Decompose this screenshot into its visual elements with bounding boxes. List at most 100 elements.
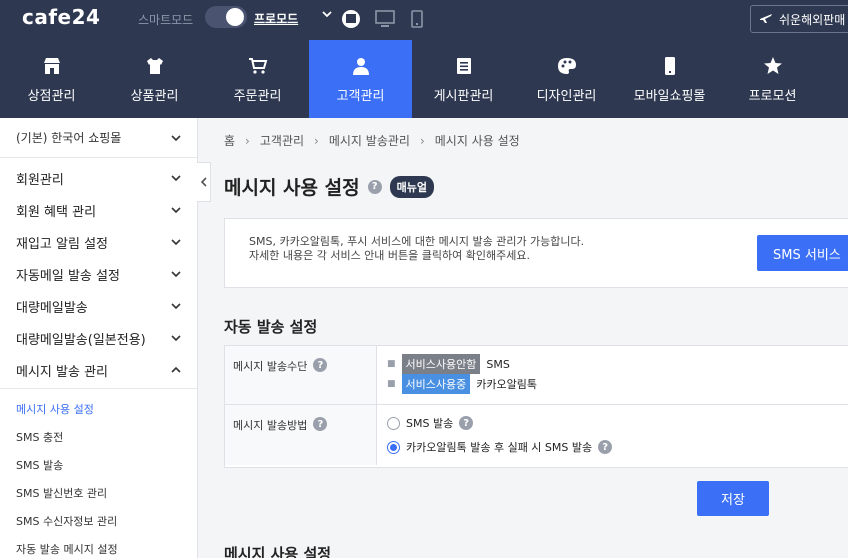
method-sms: ■ 서비스사용안함 SMS	[387, 354, 848, 374]
radio-sms[interactable]: SMS 발송 ?	[387, 411, 848, 435]
sidebar-item-restock[interactable]: 재입고 알림 설정	[0, 226, 197, 258]
sidebar-item-label: 대량메일발송	[16, 300, 88, 316]
help-icon[interactable]: ?	[313, 358, 328, 372]
way-label: 메시지 발송방법	[233, 419, 308, 432]
sidebar-subitem-sms-recipient[interactable]: SMS 수신자정보 관리	[0, 507, 197, 535]
sidebar-item-label: 메시지 발송 관리	[16, 364, 108, 380]
chevron-down-icon[interactable]	[322, 8, 332, 22]
sidebar-item-label: 자동메일 발송 설정	[16, 268, 120, 284]
sidebar-item-label: 회원 혜택 관리	[16, 204, 97, 220]
shop-selector-label: (기본) 한국어 쇼핑몰	[16, 131, 122, 145]
auto-send-section-title: 자동 발송 설정	[224, 318, 318, 336]
radio-button-checked[interactable]	[387, 440, 400, 454]
global-sales-label: 쉬운해외판매	[779, 12, 846, 27]
nav-order[interactable]: 주문관리	[206, 40, 309, 118]
help-icon[interactable]: ?	[313, 417, 328, 431]
mobile-icon	[659, 55, 681, 77]
way-label-cell: 메시지 발송방법 ?	[225, 405, 377, 465]
store-icon	[41, 55, 63, 77]
chevron-down-icon	[171, 175, 181, 182]
desktop-icon[interactable]	[374, 8, 396, 30]
breadcrumb: 홈 › 고객관리 › 메시지 발송관리 › 메시지 사용 설정	[224, 132, 520, 149]
sidebar: (기본) 한국어 쇼핑몰 회원관리 회원 혜택 관리 재입고 알림 설정 자동메…	[0, 118, 198, 558]
nav-design[interactable]: 디자인관리	[515, 40, 618, 118]
breadcrumb-home[interactable]: 홈	[224, 132, 235, 149]
nav-customer[interactable]: 고객관리	[309, 40, 412, 118]
sidebar-subitem-auto-message[interactable]: 자동 발송 메시지 설정	[0, 535, 197, 558]
page-title: 메시지 사용 설정	[224, 177, 360, 199]
info-box: SMS, 카카오알림톡, 푸시 서비스에 대한 메시지 발송 관리가 가능합니다…	[224, 218, 848, 288]
chevron-up-icon	[171, 366, 181, 373]
bullet-icon: ■	[387, 359, 396, 369]
manual-badge[interactable]: 매뉴얼	[389, 175, 434, 198]
breadcrumb-current: 메시지 사용 설정	[434, 134, 520, 148]
breadcrumb-customer[interactable]: 고객관리	[260, 132, 304, 149]
cafe24-logo[interactable]: cafe24	[22, 5, 100, 29]
breadcrumb-message[interactable]: 메시지 발송관리	[329, 132, 410, 149]
shirt-icon	[144, 55, 166, 77]
auto-send-table: 메시지 발송수단 ? ■ 서비스사용안함 SMS ■ 서비스사용중 카카오알림톡…	[224, 345, 848, 468]
palette-icon	[556, 55, 578, 77]
star-icon	[762, 55, 784, 77]
shop-selector[interactable]: (기본) 한국어 쇼핑몰	[0, 118, 197, 158]
nav-label: 프로모션	[748, 88, 797, 104]
status-badge: 서비스사용중	[401, 374, 471, 394]
sidebar-item-bulk-mail-japan[interactable]: 대량메일발송(일본전용)	[0, 322, 197, 354]
sidebar-item-label: 대량메일발송(일본전용)	[16, 332, 146, 348]
chevron-down-icon	[171, 335, 181, 342]
pro-mode-label[interactable]: 프로모드	[254, 10, 298, 27]
info-text: SMS, 카카오알림톡, 푸시 서비스에 대한 메시지 발송 관리가 가능합니다…	[249, 235, 584, 263]
sidebar-subitem-sms-send[interactable]: SMS 발송	[0, 451, 197, 479]
mobile-preview-icon[interactable]	[406, 8, 428, 30]
help-icon[interactable]: ?	[598, 440, 613, 454]
sidebar-divider	[0, 388, 197, 389]
chevron-down-icon	[171, 207, 181, 214]
method-label: 메시지 발송수단	[233, 360, 308, 373]
nav-label: 게시판관리	[433, 88, 494, 104]
table-row: 메시지 발송방법 ? SMS 발송 ? 카카오알림톡 발송 후 실패 시 SMS…	[225, 405, 848, 467]
chevron-down-icon	[171, 134, 181, 141]
cart-icon	[247, 55, 269, 77]
help-icon[interactable]: ?	[459, 416, 474, 430]
chevron-down-icon	[171, 303, 181, 310]
method-name: 카카오알림톡	[476, 378, 537, 391]
radio-kakao-then-sms[interactable]: 카카오알림톡 발송 후 실패 시 SMS 발송 ?	[387, 435, 848, 459]
sidebar-item-message[interactable]: 메시지 발송 관리	[0, 354, 197, 386]
nav-board[interactable]: 게시판관리	[412, 40, 515, 118]
save-button[interactable]: 저장	[697, 481, 769, 516]
nav-label: 상점관리	[27, 88, 76, 104]
nav-store[interactable]: 상점관리	[0, 40, 103, 118]
person-icon	[350, 55, 372, 77]
sidebar-item-member[interactable]: 회원관리	[0, 162, 197, 194]
shop-icon[interactable]	[340, 8, 362, 30]
chevron-down-icon	[171, 239, 181, 246]
method-label-cell: 메시지 발송수단 ?	[225, 346, 377, 404]
method-value-cell: ■ 서비스사용안함 SMS ■ 서비스사용중 카카오알림톡	[377, 346, 848, 404]
breadcrumb-separator: ›	[419, 133, 425, 148]
sidebar-collapse-button[interactable]	[197, 162, 211, 202]
sidebar-item-auto-mail[interactable]: 자동메일 발송 설정	[0, 258, 197, 290]
sidebar-subitem-message-settings[interactable]: 메시지 사용 설정	[0, 395, 197, 423]
global-sales-button[interactable]: 쉬운해외판매	[750, 5, 848, 33]
nav-label: 고객관리	[336, 88, 385, 104]
sms-service-button[interactable]: SMS 서비스	[757, 235, 848, 271]
smart-mode-label[interactable]: 스마트모드	[138, 11, 193, 28]
nav-label: 모바일쇼핑몰	[633, 88, 706, 104]
sidebar-item-bulk-mail[interactable]: 대량메일발송	[0, 290, 197, 322]
nav-promotion[interactable]: 프로모션	[721, 40, 824, 118]
main-nav: 상점관리 상품관리 주문관리 고객관리 게시판관리 디자인관리 모바일쇼핑몰 프…	[0, 40, 848, 118]
help-icon[interactable]: ?	[367, 179, 382, 194]
radio-button[interactable]	[387, 416, 400, 430]
sidebar-item-label: 회원관리	[16, 172, 64, 188]
mode-toggle[interactable]	[205, 6, 247, 28]
nav-product[interactable]: 상품관리	[103, 40, 206, 118]
info-line: SMS, 카카오알림톡, 푸시 서비스에 대한 메시지 발송 관리가 가능합니다…	[249, 235, 585, 248]
table-row: 메시지 발송수단 ? ■ 서비스사용안함 SMS ■ 서비스사용중 카카오알림톡	[225, 346, 848, 405]
nav-label: 상품관리	[130, 88, 179, 104]
sidebar-subitem-sms-charge[interactable]: SMS 충전	[0, 423, 197, 451]
nav-mobile[interactable]: 모바일쇼핑몰	[618, 40, 721, 118]
sidebar-subitem-sms-sender[interactable]: SMS 발신번호 관리	[0, 479, 197, 507]
sidebar-item-member-benefit[interactable]: 회원 혜택 관리	[0, 194, 197, 226]
status-badge: 서비스사용안함	[401, 354, 481, 374]
bullet-icon: ■	[387, 379, 396, 389]
